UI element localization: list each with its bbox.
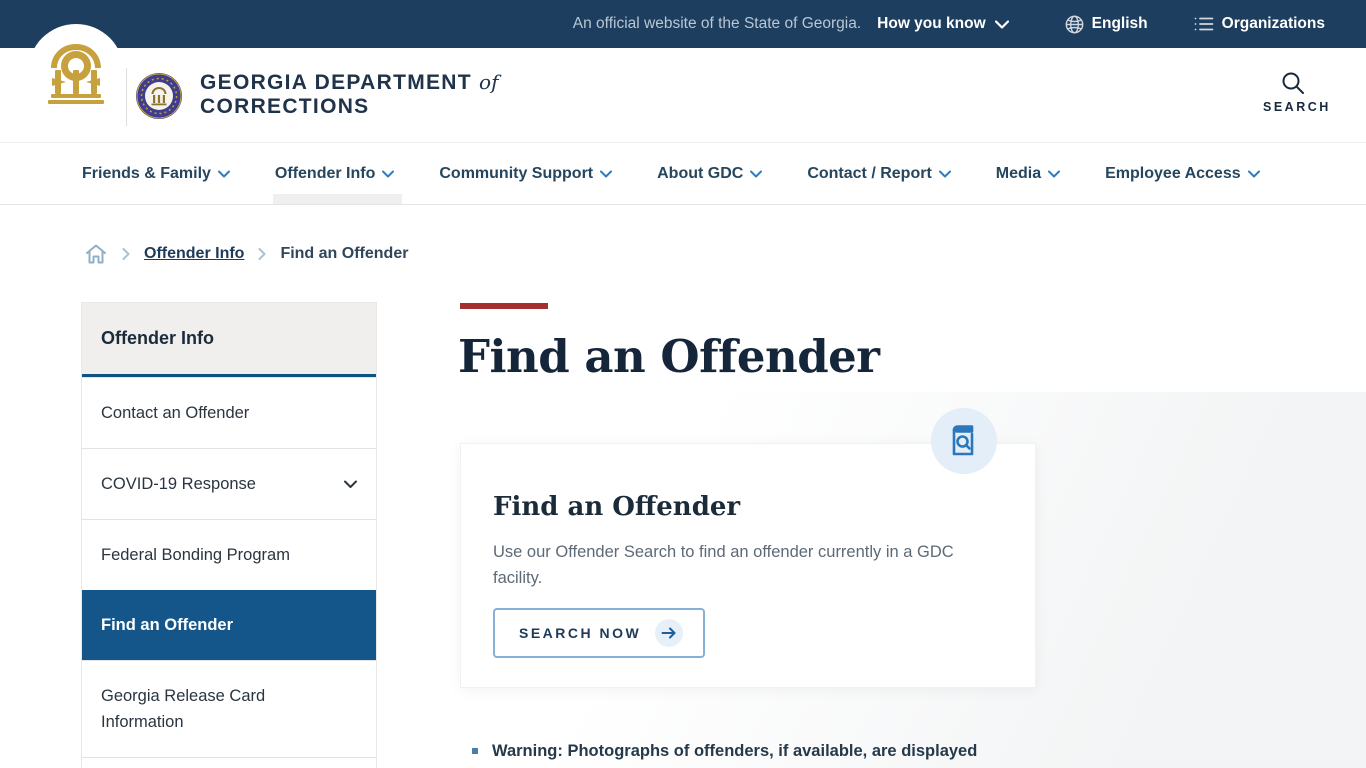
search-now-label: SEARCH NOW	[519, 625, 642, 641]
sidebar-item-label: Georgia Release Card Information	[101, 687, 266, 731]
sidebar-item-contact-an-offender[interactable]: Contact an Offender	[82, 377, 376, 448]
breadcrumb-current: Find an Offender	[280, 245, 409, 262]
warning-text: Warning: Photographs of offenders, if av…	[492, 742, 978, 760]
main-navigation: Friends & Family Offender Info Community…	[0, 143, 1366, 205]
home-icon[interactable]	[84, 242, 108, 266]
organizations-link[interactable]: Organizations	[1194, 15, 1325, 33]
nav-label: Offender Info	[274, 164, 376, 182]
organizations-label: Organizations	[1221, 15, 1325, 32]
search-label: SEARCH	[1263, 100, 1331, 114]
header-search-button[interactable]: SEARCH	[1263, 70, 1331, 114]
chevron-down-icon	[750, 170, 763, 178]
nav-item-offender-info[interactable]: Offender Info	[272, 143, 403, 204]
nav-item-friends-family[interactable]: Friends & Family	[82, 143, 230, 204]
offender-search-icon	[931, 408, 997, 474]
chevron-right-icon	[258, 248, 266, 260]
nav-label: Employee Access	[1105, 164, 1241, 182]
how-you-know-label: How you know	[877, 15, 986, 32]
search-now-button[interactable]: SEARCH NOW	[493, 608, 706, 658]
nav-item-about-gdc[interactable]: About GDC	[657, 143, 763, 204]
nav-label: Contact / Report	[807, 164, 932, 182]
list-icon	[1194, 16, 1214, 32]
language-selector[interactable]: English	[1065, 15, 1148, 34]
chevron-down-icon	[382, 170, 395, 178]
sidebar-item-label: Federal Bonding Program	[101, 546, 290, 564]
page-title: Find an Offender	[458, 330, 880, 383]
nav-item-media[interactable]: Media	[995, 143, 1061, 204]
search-icon	[1263, 70, 1323, 96]
state-logo-backdrop	[28, 24, 124, 120]
chevron-down-icon	[217, 170, 230, 178]
breadcrumb-offender-info[interactable]: Offender Info	[144, 245, 244, 263]
sidebar-item-label: COVID-19 Response	[101, 475, 256, 493]
nav-item-employee-access[interactable]: Employee Access	[1105, 143, 1260, 204]
georgia-arch-logo-icon[interactable]	[46, 42, 106, 106]
nav-item-community-support[interactable]: Community Support	[439, 143, 613, 204]
sidebar-item-georgia-release-card[interactable]: Georgia Release Card Information	[82, 660, 376, 757]
how-you-know-toggle[interactable]: How you know	[877, 15, 1009, 33]
chevron-down-icon	[1048, 170, 1061, 178]
sidebar-item-federal-bonding-program[interactable]: Federal Bonding Program	[82, 519, 376, 590]
sidebar-header: Offender Info	[82, 303, 376, 377]
card-description: Use our Offender Search to find an offen…	[493, 543, 954, 587]
arrow-right-icon	[655, 619, 684, 647]
chevron-down-icon[interactable]	[344, 480, 357, 489]
official-text: An official website of the State of Geor…	[572, 15, 862, 32]
heading-accent-bar	[460, 303, 548, 309]
page: An official website of the State of Geor…	[0, 0, 1366, 768]
chevron-down-icon	[600, 170, 613, 178]
sidebar-item-covid-19-response[interactable]: COVID-19 Response	[82, 448, 376, 519]
agency-of: of	[479, 70, 499, 94]
agency-title[interactable]: GEORGIA DEPARTMENT of CORRECTIONS	[200, 70, 499, 119]
globe-icon	[1065, 15, 1084, 34]
nav-label: Community Support	[439, 164, 594, 182]
chevron-down-icon	[994, 19, 1009, 29]
official-banner: An official website of the State of Geor…	[0, 0, 1366, 48]
agency-line2: CORRECTIONS	[200, 95, 370, 118]
chevron-down-icon	[938, 170, 951, 178]
chevron-down-icon	[1247, 170, 1260, 178]
language-label: English	[1091, 15, 1148, 32]
warning-list-item: Warning: Photographs of offenders, if av…	[472, 741, 977, 762]
nav-item-contact-report[interactable]: Contact / Report	[807, 143, 951, 204]
sidebar-item-find-an-offender[interactable]: Find an Offender	[82, 590, 376, 660]
sidebar-item-incarcerated-veterans[interactable]: Incarcerated Veterans	[82, 757, 376, 768]
sidebar-item-label: Find an Offender	[101, 616, 233, 634]
sidebar-item-label: Contact an Offender	[101, 404, 250, 422]
site-header: GEORGIA DEPARTMENT of CORRECTIONS SEARCH	[0, 24, 1366, 143]
header-divider	[126, 68, 127, 126]
gdc-seal-icon	[135, 72, 183, 120]
nav-label: About GDC	[657, 164, 744, 182]
chevron-right-icon	[122, 248, 130, 260]
card-title: Find an Offender	[493, 492, 741, 522]
find-offender-card: Find an Offender Use our Offender Search…	[460, 443, 1036, 688]
agency-line1: GEORGIA DEPARTMENT	[200, 71, 472, 94]
nav-label: Friends & Family	[82, 164, 211, 182]
nav-label: Media	[995, 164, 1042, 182]
bullet-icon	[472, 748, 478, 754]
breadcrumb: Offender Info Find an Offender	[84, 242, 408, 266]
section-sidebar: Offender Info Contact an Offender COVID-…	[82, 303, 376, 768]
